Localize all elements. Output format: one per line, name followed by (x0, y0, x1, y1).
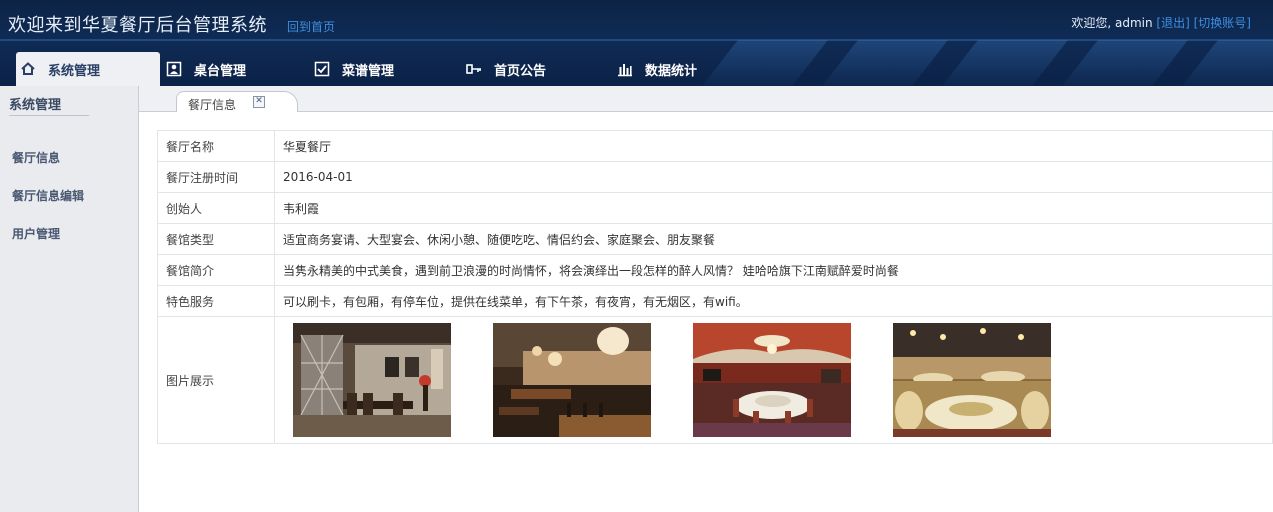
field-label: 图片展示 (157, 316, 275, 444)
field-value: 可以刷卡，有包厢，有停车位，提供在线菜单，有下午茶，有夜宵，有无烟区，有wifi… (274, 285, 1273, 317)
switch-account-link[interactable]: [切换账号] (1194, 16, 1251, 30)
field-label: 餐馆类型 (157, 223, 275, 255)
main-nav: 系统管理 桌台管理 菜谱管理 首页公告 数据统计 (0, 52, 1273, 86)
restaurant-photo[interactable] (293, 323, 451, 437)
header-divider (0, 39, 1273, 41)
home-link[interactable]: 回到首页 (287, 18, 335, 35)
tab-restaurant-info[interactable]: 餐厅信息 ✕ (176, 91, 298, 112)
field-label: 创始人 (157, 192, 275, 224)
tab-label: 餐厅信息 (188, 98, 237, 112)
nav-label: 桌台管理 (194, 63, 247, 79)
sidebar: 系统管理 餐厅信息 餐厅信息编辑 用户管理 (0, 86, 139, 512)
nav-tab-notice[interactable]: 首页公告 (466, 52, 546, 86)
field-label: 餐厅名称 (157, 130, 275, 162)
bar-chart-icon (617, 61, 633, 77)
tab-strip: 餐厅信息 ✕ (139, 86, 1273, 112)
home-icon (20, 61, 36, 77)
sidebar-item-restaurant-info[interactable]: 餐厅信息 (12, 149, 60, 166)
table-row: 特色服务 可以刷卡，有包厢，有停车位，提供在线菜单，有下午茶，有夜宵，有无烟区，… (157, 285, 1273, 317)
photo-gallery (274, 316, 1273, 444)
top-header: 欢迎来到华夏餐厅后台管理系统 回到首页 欢迎您, admin [退出] [切换账… (0, 0, 1273, 86)
key-icon (466, 61, 482, 77)
field-label: 餐馆简介 (157, 254, 275, 286)
restaurant-photo[interactable] (893, 323, 1051, 437)
field-value: 2016-04-01 (274, 161, 1273, 193)
nav-label: 系统管理 (48, 63, 101, 79)
table-row: 餐馆类型 适宜商务宴请、大型宴会、休闲小憩、随便吃吃、情侣约会、家庭聚会、朋友聚… (157, 223, 1273, 255)
field-value: 当隽永精美的中式美食，遇到前卫浪漫的时尚情怀，将会演绎出一段怎样的醉人风情？ 娃… (274, 254, 1273, 286)
sidebar-item-user-management[interactable]: 用户管理 (12, 225, 60, 242)
user-card-icon (166, 61, 182, 77)
field-value: 适宜商务宴请、大型宴会、休闲小憩、随便吃吃、情侣约会、家庭聚会、朋友聚餐 (274, 223, 1273, 255)
table-row: 图片展示 (157, 316, 1273, 444)
app-title: 欢迎来到华夏餐厅后台管理系统 (8, 15, 267, 36)
nav-label: 首页公告 (494, 63, 547, 79)
sidebar-divider (9, 115, 89, 116)
user-box: 欢迎您, admin [退出] [切换账号] (1071, 14, 1251, 31)
restaurant-info-table: 餐厅名称 华夏餐厅 餐厅注册时间 2016-04-01 创始人 韦利霞 餐馆类型… (157, 130, 1273, 444)
restaurant-photo[interactable] (693, 323, 851, 437)
table-row: 餐厅注册时间 2016-04-01 (157, 161, 1273, 193)
sidebar-title: 系统管理 (9, 98, 62, 113)
field-label: 餐厅注册时间 (157, 161, 275, 193)
logout-link[interactable]: [退出] (1156, 16, 1189, 30)
field-label: 特色服务 (157, 285, 275, 317)
nav-tab-stats[interactable]: 数据统计 (617, 52, 697, 86)
nav-tab-system[interactable]: 系统管理 (16, 52, 160, 86)
table-row: 餐厅名称 华夏餐厅 (157, 130, 1273, 162)
nav-label: 菜谱管理 (342, 63, 395, 79)
table-row: 餐馆简介 当隽永精美的中式美食，遇到前卫浪漫的时尚情怀，将会演绎出一段怎样的醉人… (157, 254, 1273, 286)
field-value: 华夏餐厅 (274, 130, 1273, 162)
table-row: 创始人 韦利霞 (157, 192, 1273, 224)
field-value: 韦利霞 (274, 192, 1273, 224)
restaurant-photo[interactable] (493, 323, 651, 437)
close-icon[interactable]: ✕ (253, 96, 265, 108)
nav-tab-tables[interactable]: 桌台管理 (166, 52, 246, 86)
nav-tab-menu[interactable]: 菜谱管理 (314, 52, 394, 86)
nav-label: 数据统计 (645, 63, 698, 79)
greeting-text: 欢迎您, admin (1071, 16, 1153, 30)
sidebar-item-restaurant-edit[interactable]: 餐厅信息编辑 (12, 187, 84, 204)
checklist-icon (314, 61, 330, 77)
